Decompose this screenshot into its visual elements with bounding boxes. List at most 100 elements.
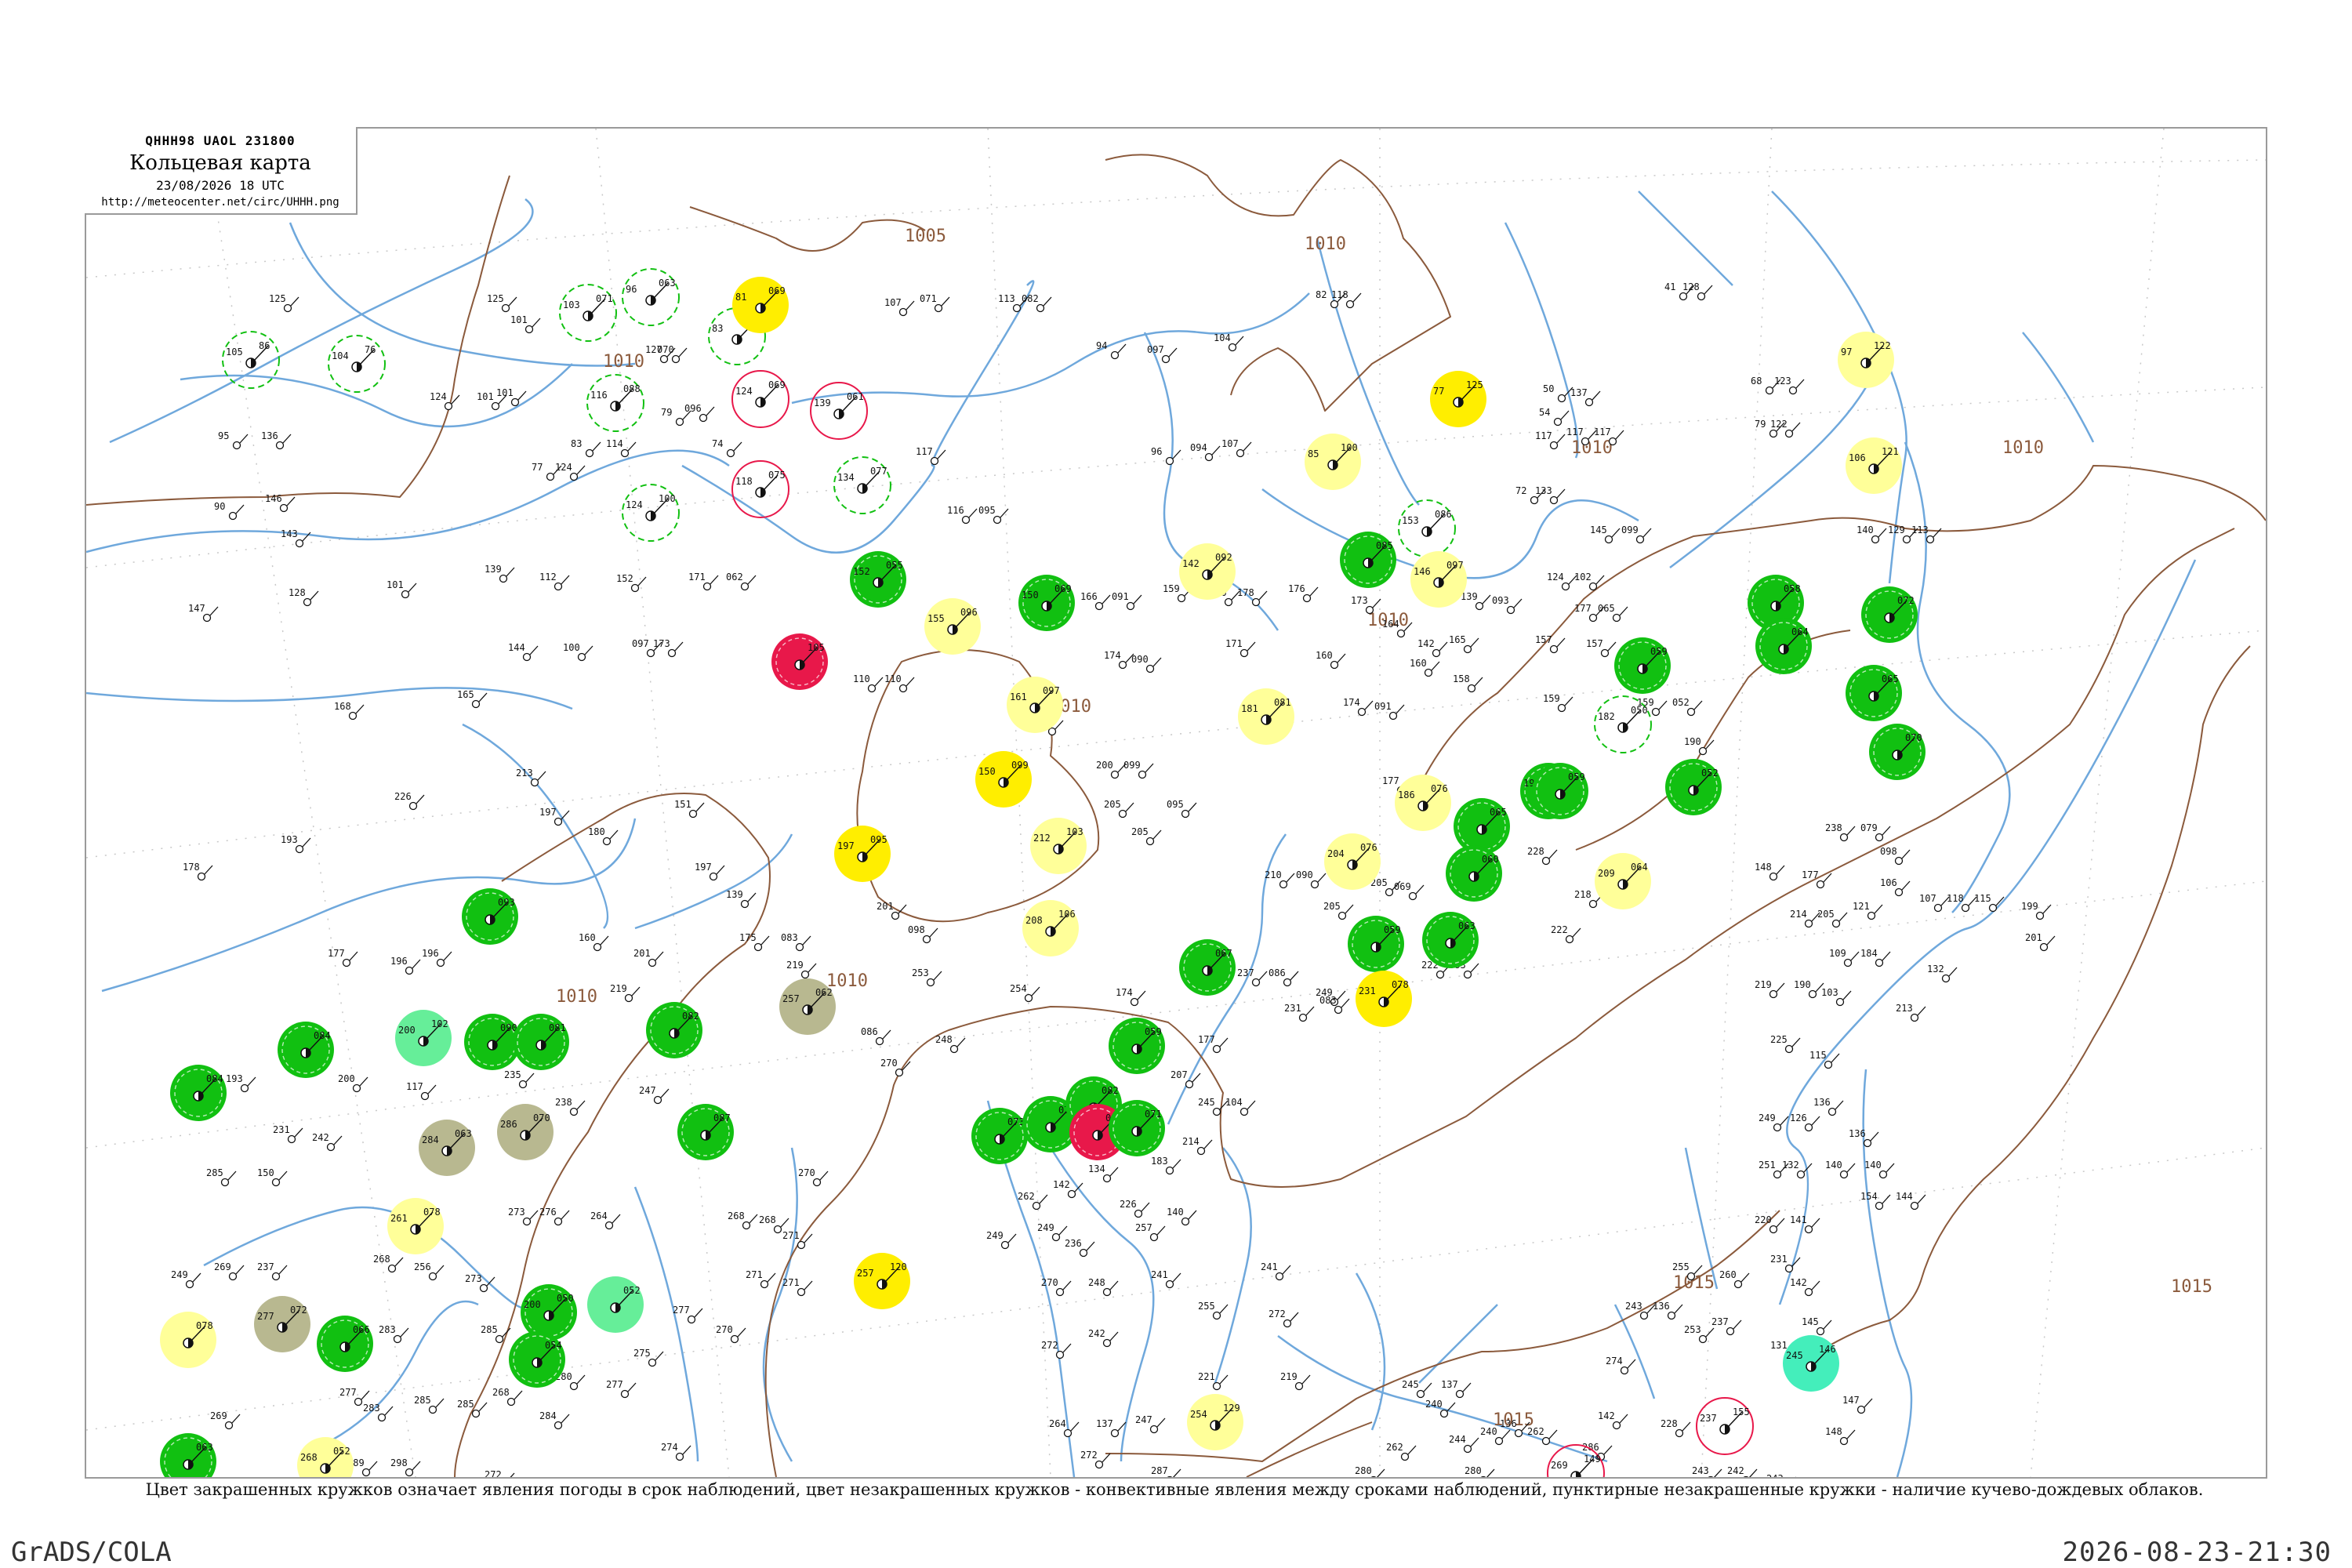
station-rain: 059 [1348,916,1404,972]
station-obs: 071 [920,293,950,313]
temperature-value: 150 [1022,590,1039,601]
station-obs: 237 [257,1261,288,1281]
pressure-value: 097 [1147,344,1164,355]
pressure-value: 100 [1341,442,1358,453]
pressure-value: 063 [455,1128,472,1139]
temperature-value: 85 [1308,448,1319,459]
pressure-value: 148 [1825,1426,1842,1437]
station-obs: 115 [1809,1050,1840,1069]
station-drizzle: 146 097 [1410,551,1467,608]
pressure-value: 099 [1621,524,1639,535]
pressure-value: 196 [390,956,408,967]
pressure-value: 173 [1351,595,1368,606]
station-drizzle: 208 106 [1022,900,1079,956]
station-obs: 098 [1880,846,1911,866]
pressure-value: 126 [1790,1112,1807,1123]
isobar-1010 [764,528,2235,1477]
station-obs: 151 [674,799,705,818]
station-obs: 219 [1280,1371,1311,1391]
pressure-value: 063 [659,278,676,289]
temperature-value: 182 [1598,711,1615,722]
station-obs: 165 [457,689,488,709]
station-obs: 140 [1825,1160,1856,1179]
pressure-value: 158 [1453,673,1470,684]
station-obs: 148 [1755,862,1785,881]
temperature-value: 124 [626,499,643,510]
pressure-value: 075 [768,470,786,481]
pressure-value: 219 [1280,1371,1298,1382]
station-obs: 207 [1171,1069,1201,1089]
station-fog: 150 099 [975,751,1032,808]
pressure-value: 255 [1198,1301,1215,1312]
station-rain: 090 [464,1014,521,1070]
pressure-value: 102 [431,1018,448,1029]
station-obs: 214 [1790,909,1820,928]
station-obs: 177 [1198,1034,1229,1054]
pressure-value: 076 [1431,783,1448,794]
pressure-value: 096 [960,607,978,618]
pressure-value: 065 [1598,603,1615,614]
temperature-value: 81 [735,292,746,303]
pressure-value: 070 [657,344,674,355]
station-obs: 240 [1425,1399,1456,1418]
station-rain: 059 [1109,1018,1165,1074]
stations: 1058610476103071960631160881241008307481… [160,268,1926,1477]
pressure-value: 176 [1288,583,1305,594]
pressure-value: 123 [1774,376,1791,387]
isobar-label: 1010 [603,352,644,372]
pressure-value: 067 [1215,948,1232,959]
pressure-value: 228 [1527,846,1544,857]
pressure-value: 110 [853,673,870,684]
pressure-value: 222 [1551,924,1568,935]
pressure-value: 062 [726,572,743,583]
pressure-value: 086 [1269,967,1286,978]
station-obs: 228 [1661,1418,1691,1438]
station-obs: 160 [1316,650,1346,670]
station-obs: 125 [269,293,299,313]
station-obs: 245 [1198,1097,1229,1116]
pressure-value: 242 [312,1132,329,1143]
pressure-value: 129 [1888,524,1905,535]
station-obs: 298 [390,1457,421,1477]
station-obs: 099 [1621,524,1652,544]
station-obs: 098 [908,924,938,944]
pressure-value: 225 [1770,1034,1788,1045]
pressure-value: 118 [1947,893,1964,904]
station-obs: 275 [633,1348,664,1367]
pressure-value: 238 [1825,822,1842,833]
station-obs: 146 [265,493,296,513]
station-obs: 145 [1802,1316,1832,1336]
station-drizzle: 212 103 [1030,818,1087,874]
station-rain: 052 [1665,759,1722,815]
pressure-value: 091 [1112,591,1129,602]
pressure-value: 285 [206,1167,223,1178]
temperature-value: 268 [300,1452,318,1463]
pressure-value: 210 [1265,869,1282,880]
pressure-value: 231 [273,1124,290,1135]
temperature-value: 96 [626,284,637,295]
pressure-value: 72 [1515,485,1526,496]
pressure-value: 076 [1360,842,1377,853]
station-obs: 94 [1096,340,1127,360]
station-obs: 139 [1461,591,1491,611]
station-obs: 214 [1182,1136,1213,1156]
pressure-value: 100 [563,642,580,653]
station-obs: 101 [387,579,417,599]
station-obs: 110 [884,673,915,693]
station-obs: 285 [481,1324,511,1344]
pressure-value: 243 [1766,1473,1784,1477]
station-obs: 090 [1296,869,1327,889]
pressure-value: 79 [1755,419,1766,430]
station-thunder: 105 [771,633,828,690]
temperature-value: 200 [398,1025,416,1036]
pressure-value: 274 [661,1442,678,1453]
station-rain: 064 [1755,618,1812,674]
station-obs: 247 [639,1085,670,1105]
isobar-label: 1015 [2171,1277,2212,1297]
pressure-value: 099 [1123,760,1141,771]
pressure-value: 147 [188,603,205,614]
station-obs: 243 [1766,1473,1796,1477]
temperature-value: 150 [978,766,996,777]
pressure-value: 269 [210,1410,227,1421]
station-obs: 272 [485,1469,515,1477]
